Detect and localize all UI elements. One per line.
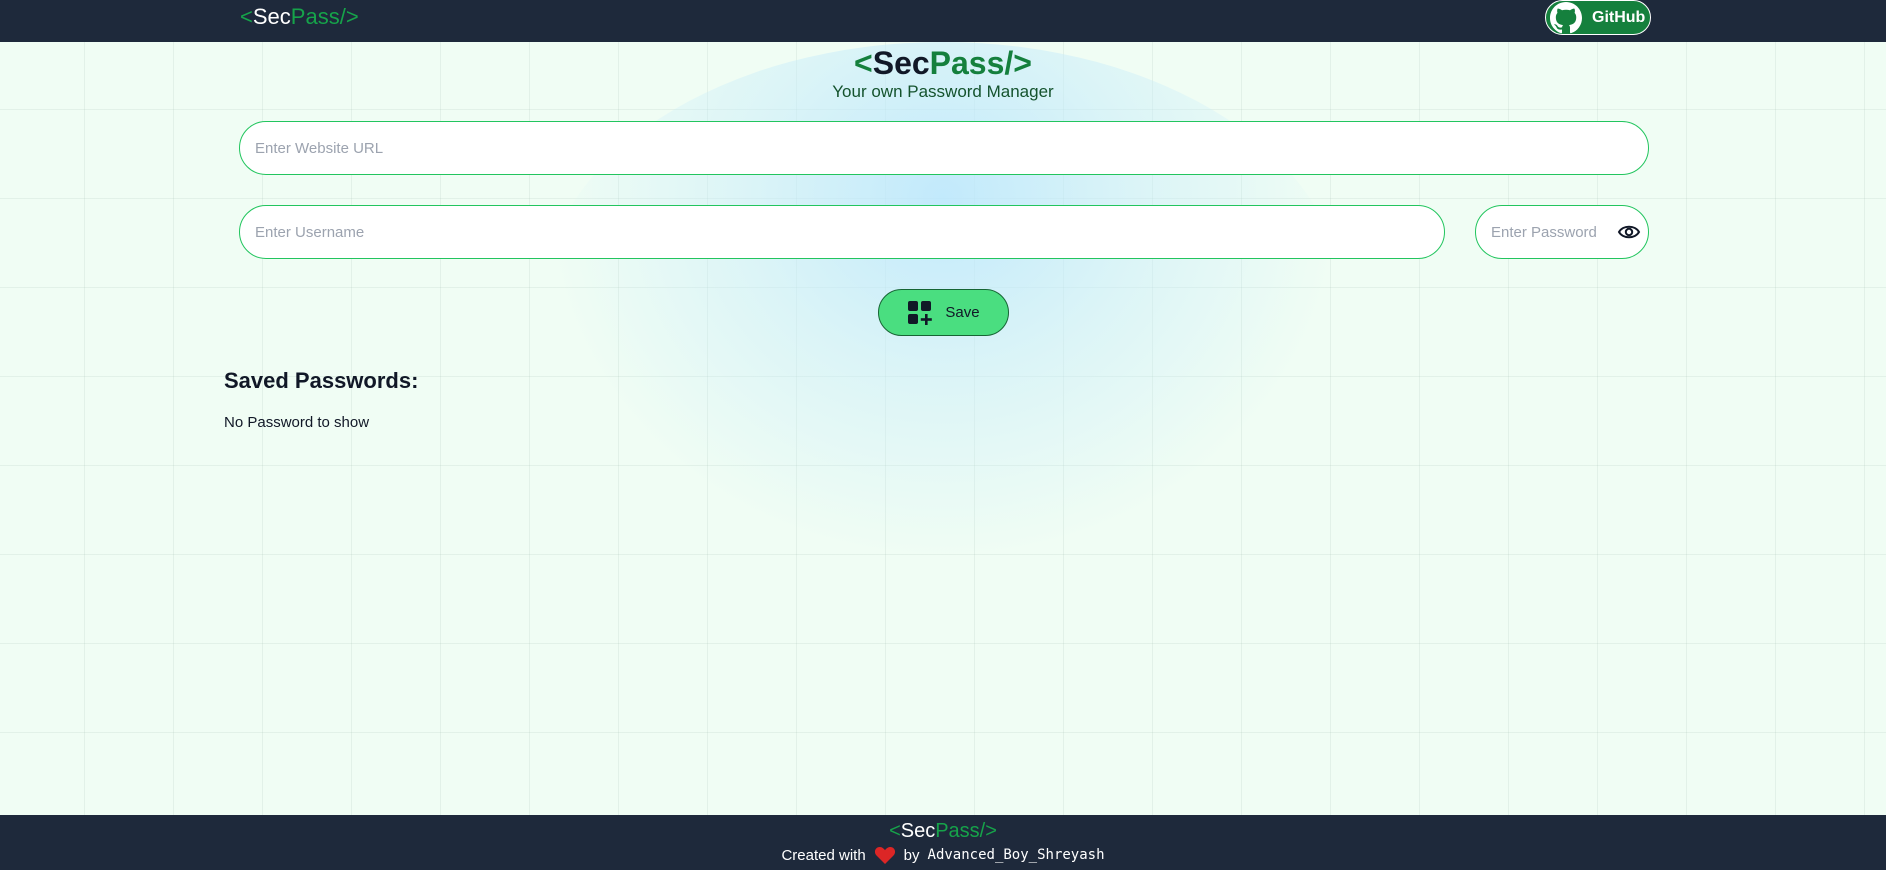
- credit-by: by: [903, 846, 920, 864]
- title-pass: Pass/: [929, 45, 1014, 81]
- navbar-logo[interactable]: <SecPass/>: [240, 4, 359, 30]
- footer-logo-pass: Pass/: [935, 820, 986, 842]
- footer-credit: Created with by Advanced_Boy_Shreyash: [0, 845, 1886, 865]
- github-button[interactable]: GitHub: [1545, 0, 1651, 35]
- website-url-input[interactable]: [239, 121, 1649, 175]
- save-button[interactable]: Save: [878, 289, 1009, 336]
- empty-state-message: No Password to show: [224, 414, 370, 431]
- title-sec: Sec: [872, 45, 930, 81]
- footer-logo-open-bracket: <: [889, 820, 901, 842]
- logo-open-bracket: <: [240, 4, 253, 29]
- credit-prefix: Created with: [781, 846, 866, 864]
- save-label: Save: [945, 304, 980, 321]
- author-name: Advanced_Boy_Shreyash: [927, 847, 1105, 863]
- username-input[interactable]: [239, 205, 1445, 259]
- title-close-bracket: >: [1013, 45, 1032, 81]
- heart-icon: [874, 845, 896, 865]
- footer-logo-close-bracket: >: [985, 820, 997, 842]
- add-grid-icon: [907, 300, 933, 326]
- tagline: Your own Password Manager: [832, 82, 1054, 101]
- github-icon: [1550, 1, 1582, 34]
- logo-pass: Pass/: [290, 4, 346, 29]
- footer: <SecPass/> Created with by Advanced_Boy_…: [0, 815, 1886, 870]
- saved-passwords-heading: Saved Passwords:: [224, 368, 419, 393]
- footer-logo-sec: Sec: [900, 820, 936, 842]
- footer-logo: <SecPass/>: [0, 819, 1886, 843]
- brand-title: <SecPass/>: [0, 44, 1886, 82]
- navbar: <SecPass/> GitHub: [0, 0, 1886, 42]
- eye-icon[interactable]: [1617, 222, 1641, 242]
- logo-close-bracket: >: [345, 4, 359, 29]
- logo-sec: Sec: [252, 4, 291, 29]
- github-label: GitHub: [1592, 8, 1646, 26]
- title-open-bracket: <: [854, 45, 873, 81]
